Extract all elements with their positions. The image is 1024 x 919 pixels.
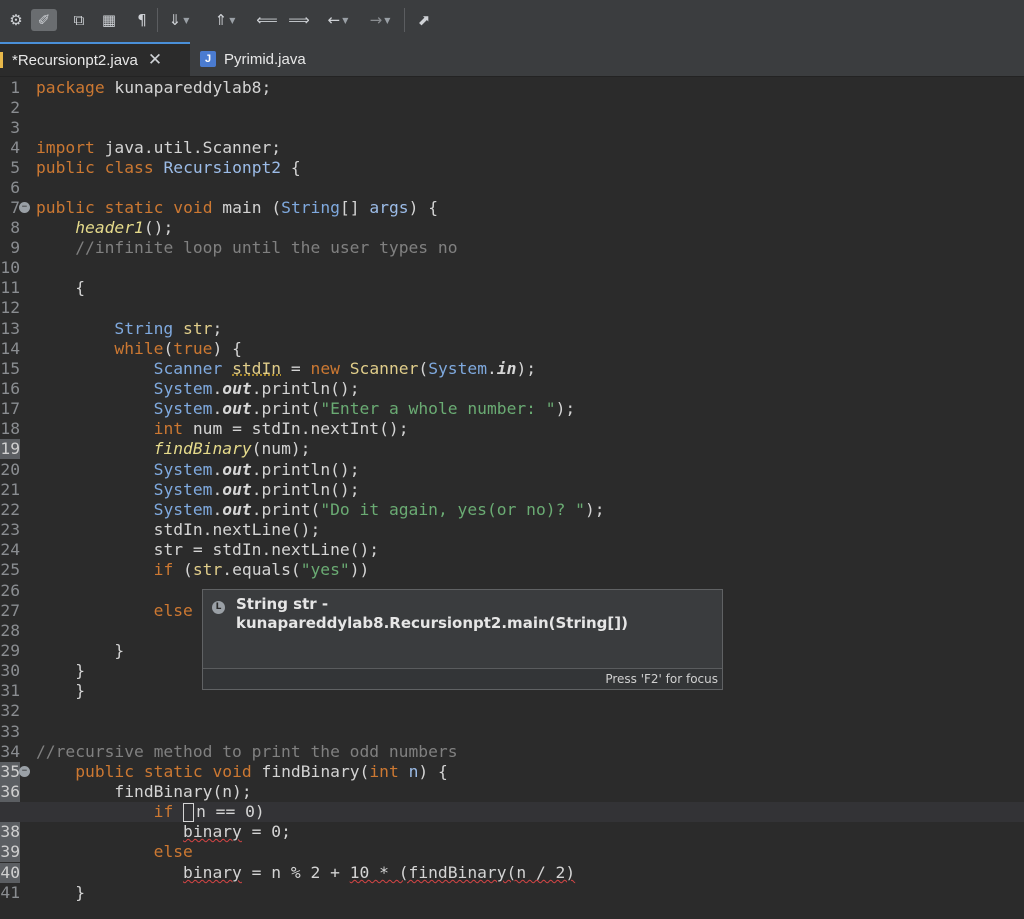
next-annotation-icon[interactable]: ⇓ ▼ xyxy=(164,9,194,31)
line-number-row: 2 xyxy=(0,98,1024,118)
popup-line-2: kunapareddylab8.Recursionpt2.main(String… xyxy=(236,614,628,632)
tab-label: *Recursionpt2.java xyxy=(12,51,138,69)
code-line: String str; xyxy=(114,319,223,338)
tab-pyrimid[interactable]: J Pyrimid.java xyxy=(200,42,340,76)
code-line: header1(); xyxy=(75,218,174,237)
line-number-row: 32 xyxy=(0,701,1024,721)
tab-label: Pyrimid.java xyxy=(224,50,306,68)
code-line: str = stdIn.nextLine(); xyxy=(153,540,380,559)
code-line: int num = stdIn.nextInt(); xyxy=(153,419,409,438)
line-number[interactable]: 28 xyxy=(0,621,20,641)
editor-tab-bar: *Recursionpt2.java ✕ J Pyrimid.java xyxy=(0,42,1024,77)
pin-editor-icon[interactable]: ⬈ xyxy=(412,9,436,31)
line-number[interactable]: 2 xyxy=(0,98,20,118)
code-line: System.out.print("Enter a whole number: … xyxy=(153,399,576,418)
line-number-row: 12 xyxy=(0,298,1024,318)
line-number[interactable]: 26 xyxy=(0,581,20,601)
line-number-row: 33 xyxy=(0,722,1024,742)
code-line: System.out.println(); xyxy=(153,379,360,398)
line-number[interactable]: 10 xyxy=(0,258,20,278)
back-icon[interactable]: ← ▼ xyxy=(320,9,356,31)
text-caret xyxy=(183,803,195,822)
code-line: while(true) { xyxy=(114,339,242,358)
line-number[interactable]: 33 xyxy=(0,722,20,742)
tab-recursionpt2[interactable]: *Recursionpt2.java ✕ xyxy=(0,42,190,76)
dropdown-arrow-icon: ▼ xyxy=(342,15,349,25)
line-number-row: 10 xyxy=(0,258,1024,278)
toolbar-separator xyxy=(157,8,158,32)
code-line: else xyxy=(153,842,193,861)
code-line-current: if n == 0) xyxy=(0,802,1024,822)
popup-line-1: String str - xyxy=(236,595,329,613)
line-number-row: 3 xyxy=(0,118,1024,138)
code-line: Scanner stdIn = new Scanner(System.in); xyxy=(153,359,537,378)
forward-edit-icon[interactable]: ⟹ xyxy=(286,9,312,31)
code-editor[interactable]: 1 2 3 4 5 6 7−8 9 10 11 12 13 14 15 16 17 18 19 20 21 22 23 24… xyxy=(0,77,1024,919)
block-selection-icon[interactable]: ▦ xyxy=(98,9,120,31)
java-file-icon xyxy=(0,52,3,68)
code-line: public static void findBinary(int n) { xyxy=(75,762,448,781)
code-line: import java.util.Scanner; xyxy=(36,138,282,157)
dropdown-arrow-icon: ▼ xyxy=(384,15,391,25)
line-number[interactable]: 32 xyxy=(0,701,20,721)
local-variable-icon: L xyxy=(212,601,225,614)
previous-annotation-icon[interactable]: ⇑ ▼ xyxy=(210,9,240,31)
code-line: findBinary(num); xyxy=(153,439,311,458)
line-number-row: 6 xyxy=(0,178,1024,198)
toolbar-separator xyxy=(404,8,405,32)
focus-hint: Press 'F2' for focus xyxy=(605,672,718,686)
code-line: public class Recursionpt2 { xyxy=(36,158,301,177)
code-line: } xyxy=(75,883,86,902)
hover-info-popup[interactable]: L String str - kunapareddylab8.Recursion… xyxy=(202,589,723,690)
java-file-icon: J xyxy=(200,51,216,67)
code-line: //recursive method to print the odd numb… xyxy=(36,742,458,761)
dropdown-arrow-icon: ▼ xyxy=(229,15,236,25)
code-line: package kunapareddylab8; xyxy=(36,78,272,97)
main-toolbar: ⚙ ✐ ⧉ ▦ ¶ ⇓ ▼ ⇑ ▼ ⟸ ⟹ ← ▼ → ▼ ⬈ xyxy=(0,0,1024,43)
line-number[interactable]: 12 xyxy=(0,298,20,318)
code-line: if (str.equals("yes")) xyxy=(153,560,370,579)
code-line: stdIn.nextLine(); xyxy=(153,520,321,539)
debug-icon[interactable]: ⚙ xyxy=(5,9,27,31)
last-edit-icon[interactable]: ⟸ xyxy=(254,9,280,31)
code-line: System.out.println(); xyxy=(153,480,360,499)
code-line: binary = n % 2 + 10 * (findBinary(n / 2) xyxy=(183,863,576,882)
dropdown-arrow-icon: ▼ xyxy=(183,15,190,25)
popup-signature: String str - kunapareddylab8.Recursionpt… xyxy=(236,595,706,633)
code-line: public static void main (String[] args) … xyxy=(36,198,439,217)
line-number[interactable]: 6 xyxy=(0,178,20,198)
code-line: findBinary(n); xyxy=(114,782,252,801)
show-whitespace-icon[interactable]: ¶ xyxy=(132,9,152,31)
popup-footer: Press 'F2' for focus xyxy=(203,668,722,689)
mark-occurrences-icon[interactable]: ✐ xyxy=(31,9,57,31)
forward-icon[interactable]: → ▼ xyxy=(362,9,398,31)
code-line: System.out.println(); xyxy=(153,460,360,479)
code-line: { xyxy=(75,278,86,297)
code-line: binary = 0; xyxy=(183,822,291,841)
code-line: System.out.print("Do it again, yes(or no… xyxy=(153,500,605,519)
close-icon[interactable]: ✕ xyxy=(148,50,162,70)
code-line: //infinite loop until the user types no xyxy=(75,238,458,257)
line-number[interactable]: 3 xyxy=(0,118,20,138)
new-window-icon[interactable]: ⧉ xyxy=(68,9,90,31)
